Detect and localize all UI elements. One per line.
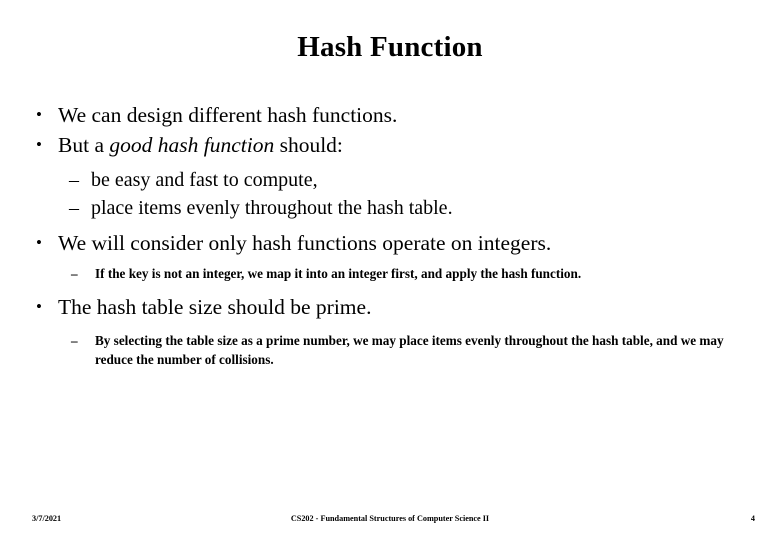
bullet-dot-icon: •	[36, 233, 42, 252]
list-item-label: If the key is not an integer, we map it …	[95, 266, 582, 281]
bullet-dot-icon: •	[36, 135, 42, 154]
list-item: – place items evenly throughout the hash…	[0, 194, 780, 222]
list-item: • The hash table size should be prime.	[0, 292, 780, 322]
bullet-dash-icon: –	[69, 197, 79, 219]
list-item: – If the key is not an integer, we map i…	[0, 264, 780, 283]
slide-footer: 3/7/2021 CS202 - Fundamental Structures …	[0, 511, 780, 527]
bullet-dash-icon: –	[69, 169, 79, 191]
list-item-emphasis: good hash function	[109, 133, 275, 157]
list-item-label: The hash table size should be prime.	[58, 295, 372, 319]
list-item-label: By selecting the table size as a prime n…	[95, 333, 724, 367]
footer-page-number: 4	[750, 514, 755, 523]
footer-course-title: CS202 - Fundamental Structures of Comput…	[290, 514, 490, 523]
list-item: – By selecting the table size as a prime…	[0, 331, 780, 369]
list-item-text-before: But a	[58, 133, 110, 157]
bullet-dot-icon: •	[36, 105, 42, 124]
list-item-text-after: should:	[274, 133, 343, 157]
bullet-dash-icon: –	[71, 333, 78, 348]
list-item: • We can design different hash functions…	[0, 100, 780, 130]
list-item-label: be easy and fast to compute,	[91, 169, 318, 191]
bullet-dash-icon: –	[71, 266, 78, 281]
bullet-dot-icon: •	[36, 297, 42, 316]
list-item-label: We can design different hash functions.	[58, 103, 398, 127]
slide-canvas: Hash Function • We can design different …	[0, 0, 780, 540]
list-item: • But a good hash function should:	[0, 130, 780, 160]
list-item-label: place items evenly throughout the hash t…	[91, 197, 453, 219]
slide-body: • We can design different hash functions…	[0, 100, 780, 369]
page-title: Hash Function	[297, 31, 483, 63]
list-item-label: But a good hash function should:	[58, 130, 780, 160]
list-item: • We will consider only hash functions o…	[0, 228, 780, 258]
list-item: – be easy and fast to compute,	[0, 166, 780, 194]
list-item-label: We will consider only hash functions ope…	[58, 231, 552, 255]
